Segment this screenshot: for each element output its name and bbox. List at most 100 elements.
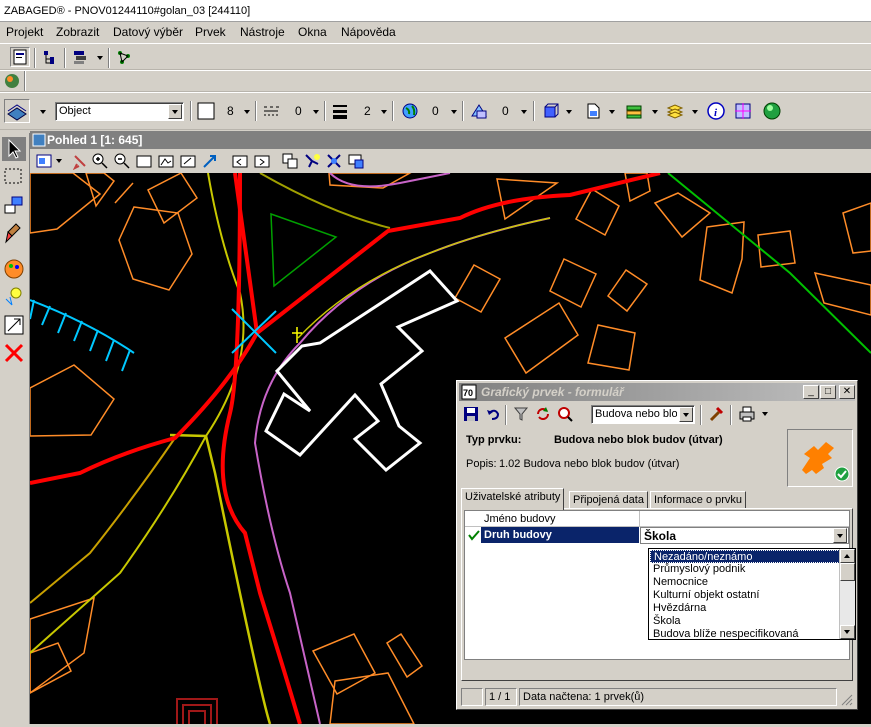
menu-datovy-vyber[interactable]: Datový výběr: [113, 25, 183, 39]
project-icon[interactable]: [10, 47, 30, 67]
feature-type-combo-value: Budova nebo blo: [595, 408, 677, 420]
select-arrow-icon[interactable]: [2, 137, 26, 161]
listbox-scrollbar[interactable]: [839, 549, 855, 639]
priority-dropdown-icon[interactable]: [521, 110, 527, 114]
filter-icon[interactable]: [511, 404, 531, 424]
move-icon[interactable]: [2, 193, 26, 217]
pan-icon[interactable]: [200, 151, 220, 171]
scroll-up-icon[interactable]: [840, 549, 855, 563]
view-display-icon[interactable]: [346, 151, 366, 171]
menu-nastroje[interactable]: Nástroje: [240, 25, 285, 39]
view-tools-icon[interactable]: [324, 151, 344, 171]
line-style-dropdown-icon[interactable]: [313, 110, 319, 114]
document-dropdown-icon[interactable]: [609, 110, 615, 114]
list-option[interactable]: Nemocnice: [650, 576, 840, 589]
palette-icon[interactable]: [2, 71, 22, 91]
database-dropdown-icon[interactable]: [652, 110, 658, 114]
feature-type-combo[interactable]: Budova nebo blo: [591, 405, 695, 424]
zoom-in-icon[interactable]: [90, 151, 110, 171]
tools-icon[interactable]: [706, 404, 726, 424]
tab-user-attributes[interactable]: Uživatelské atributy: [461, 488, 565, 510]
fence-select-icon[interactable]: [2, 165, 26, 189]
rotate-view-icon[interactable]: [178, 151, 198, 171]
undo-icon[interactable]: [483, 404, 503, 424]
menu-projekt[interactable]: Projekt: [6, 25, 43, 39]
cube-dropdown-icon[interactable]: [566, 110, 572, 114]
chevron-down-icon[interactable]: [168, 104, 182, 119]
delete-icon[interactable]: [2, 341, 26, 365]
scroll-down-icon[interactable]: [840, 625, 855, 639]
resize-grip-icon[interactable]: [841, 694, 853, 706]
menu-prvek[interactable]: Prvek: [195, 25, 226, 39]
menu-zobrazit[interactable]: Zobrazit: [56, 25, 99, 39]
info-icon[interactable]: i: [706, 101, 726, 121]
transparency-dropdown-icon[interactable]: [451, 110, 457, 114]
tab-feature-info[interactable]: Informace o prvku: [650, 491, 747, 509]
zoom-out-icon[interactable]: [112, 151, 132, 171]
view-attributes-icon[interactable]: [34, 151, 54, 171]
list-option[interactable]: Kulturní objekt ostatní: [650, 589, 840, 602]
database-icon[interactable]: [624, 101, 644, 121]
cube-icon[interactable]: [541, 101, 561, 121]
grid-icon[interactable]: [733, 101, 753, 121]
building-type-select[interactable]: Škola: [640, 527, 849, 544]
selected-building[interactable]: [264, 269, 460, 473]
element-mode-dropdown-icon[interactable]: [40, 110, 46, 114]
previous-view-icon[interactable]: [230, 151, 250, 171]
list-option[interactable]: Škola: [650, 615, 840, 628]
stack-dropdown-icon[interactable]: [692, 110, 698, 114]
document-icon[interactable]: [583, 101, 603, 121]
list-option[interactable]: Průmyslový podnik: [650, 563, 840, 576]
fit-view-icon[interactable]: [156, 151, 176, 171]
color-swatch-icon[interactable]: [196, 101, 216, 121]
tab-attached-data[interactable]: Připojená data: [569, 491, 648, 509]
level-combo[interactable]: Object: [55, 102, 184, 121]
attribute-row-selected[interactable]: Druh budovy Škola: [465, 527, 849, 544]
layers-icon[interactable]: [70, 47, 90, 67]
update-icon[interactable]: [70, 151, 90, 171]
locate-icon[interactable]: [555, 404, 575, 424]
color-dropdown-icon[interactable]: [244, 110, 250, 114]
view-attributes-dropdown-icon[interactable]: [56, 159, 62, 163]
window-area-icon[interactable]: [134, 151, 154, 171]
type-label: Typ prvku:: [466, 434, 522, 446]
green-ball-icon[interactable]: [762, 101, 782, 121]
chevron-down-icon[interactable]: [679, 407, 693, 422]
light-icon[interactable]: [2, 285, 26, 309]
attribute-row[interactable]: Jméno budovy: [465, 511, 849, 527]
refresh-icon[interactable]: [533, 404, 553, 424]
tree-icon[interactable]: [40, 47, 60, 67]
list-option[interactable]: Nezadáno/neznámo: [650, 550, 840, 563]
copy-view-icon[interactable]: [280, 151, 300, 171]
print-dropdown-icon[interactable]: [762, 412, 768, 416]
minimize-icon[interactable]: _: [803, 385, 819, 399]
transparency-value: 0: [432, 104, 439, 118]
chevron-down-icon[interactable]: [833, 528, 847, 543]
magenta-line-north: [329, 172, 451, 188]
stack-icon[interactable]: [665, 101, 685, 121]
line-style-icon[interactable]: [261, 101, 281, 121]
element-mode-icon[interactable]: [4, 99, 30, 123]
menu-napoveda[interactable]: Nápověda: [341, 25, 396, 39]
brush-icon[interactable]: [2, 221, 26, 245]
color-value: 8: [227, 104, 234, 118]
list-option[interactable]: Budova blíže nespecifikovaná: [650, 628, 840, 641]
building-type-listbox[interactable]: Nezadáno/neznámo Průmyslový podnik Nemoc…: [648, 548, 856, 640]
list-option[interactable]: Hvězdárna: [650, 602, 840, 615]
line-weight-dropdown-icon[interactable]: [381, 110, 387, 114]
priority-icon[interactable]: [469, 101, 489, 121]
print-icon[interactable]: [737, 404, 757, 424]
layers-dropdown-icon[interactable]: [97, 56, 103, 60]
paint-icon[interactable]: [2, 257, 26, 281]
scale-icon[interactable]: [2, 313, 26, 337]
globe-icon[interactable]: [400, 101, 420, 121]
menu-okna[interactable]: Okna: [298, 25, 327, 39]
close-icon[interactable]: ✕: [839, 385, 855, 399]
next-view-icon[interactable]: [252, 151, 272, 171]
network-icon[interactable]: [114, 47, 134, 67]
save-icon[interactable]: [461, 404, 481, 424]
view-settings-icon[interactable]: [302, 151, 322, 171]
scroll-thumb[interactable]: [840, 563, 855, 581]
line-weight-icon[interactable]: [330, 101, 350, 121]
maximize-icon[interactable]: □: [820, 385, 836, 399]
